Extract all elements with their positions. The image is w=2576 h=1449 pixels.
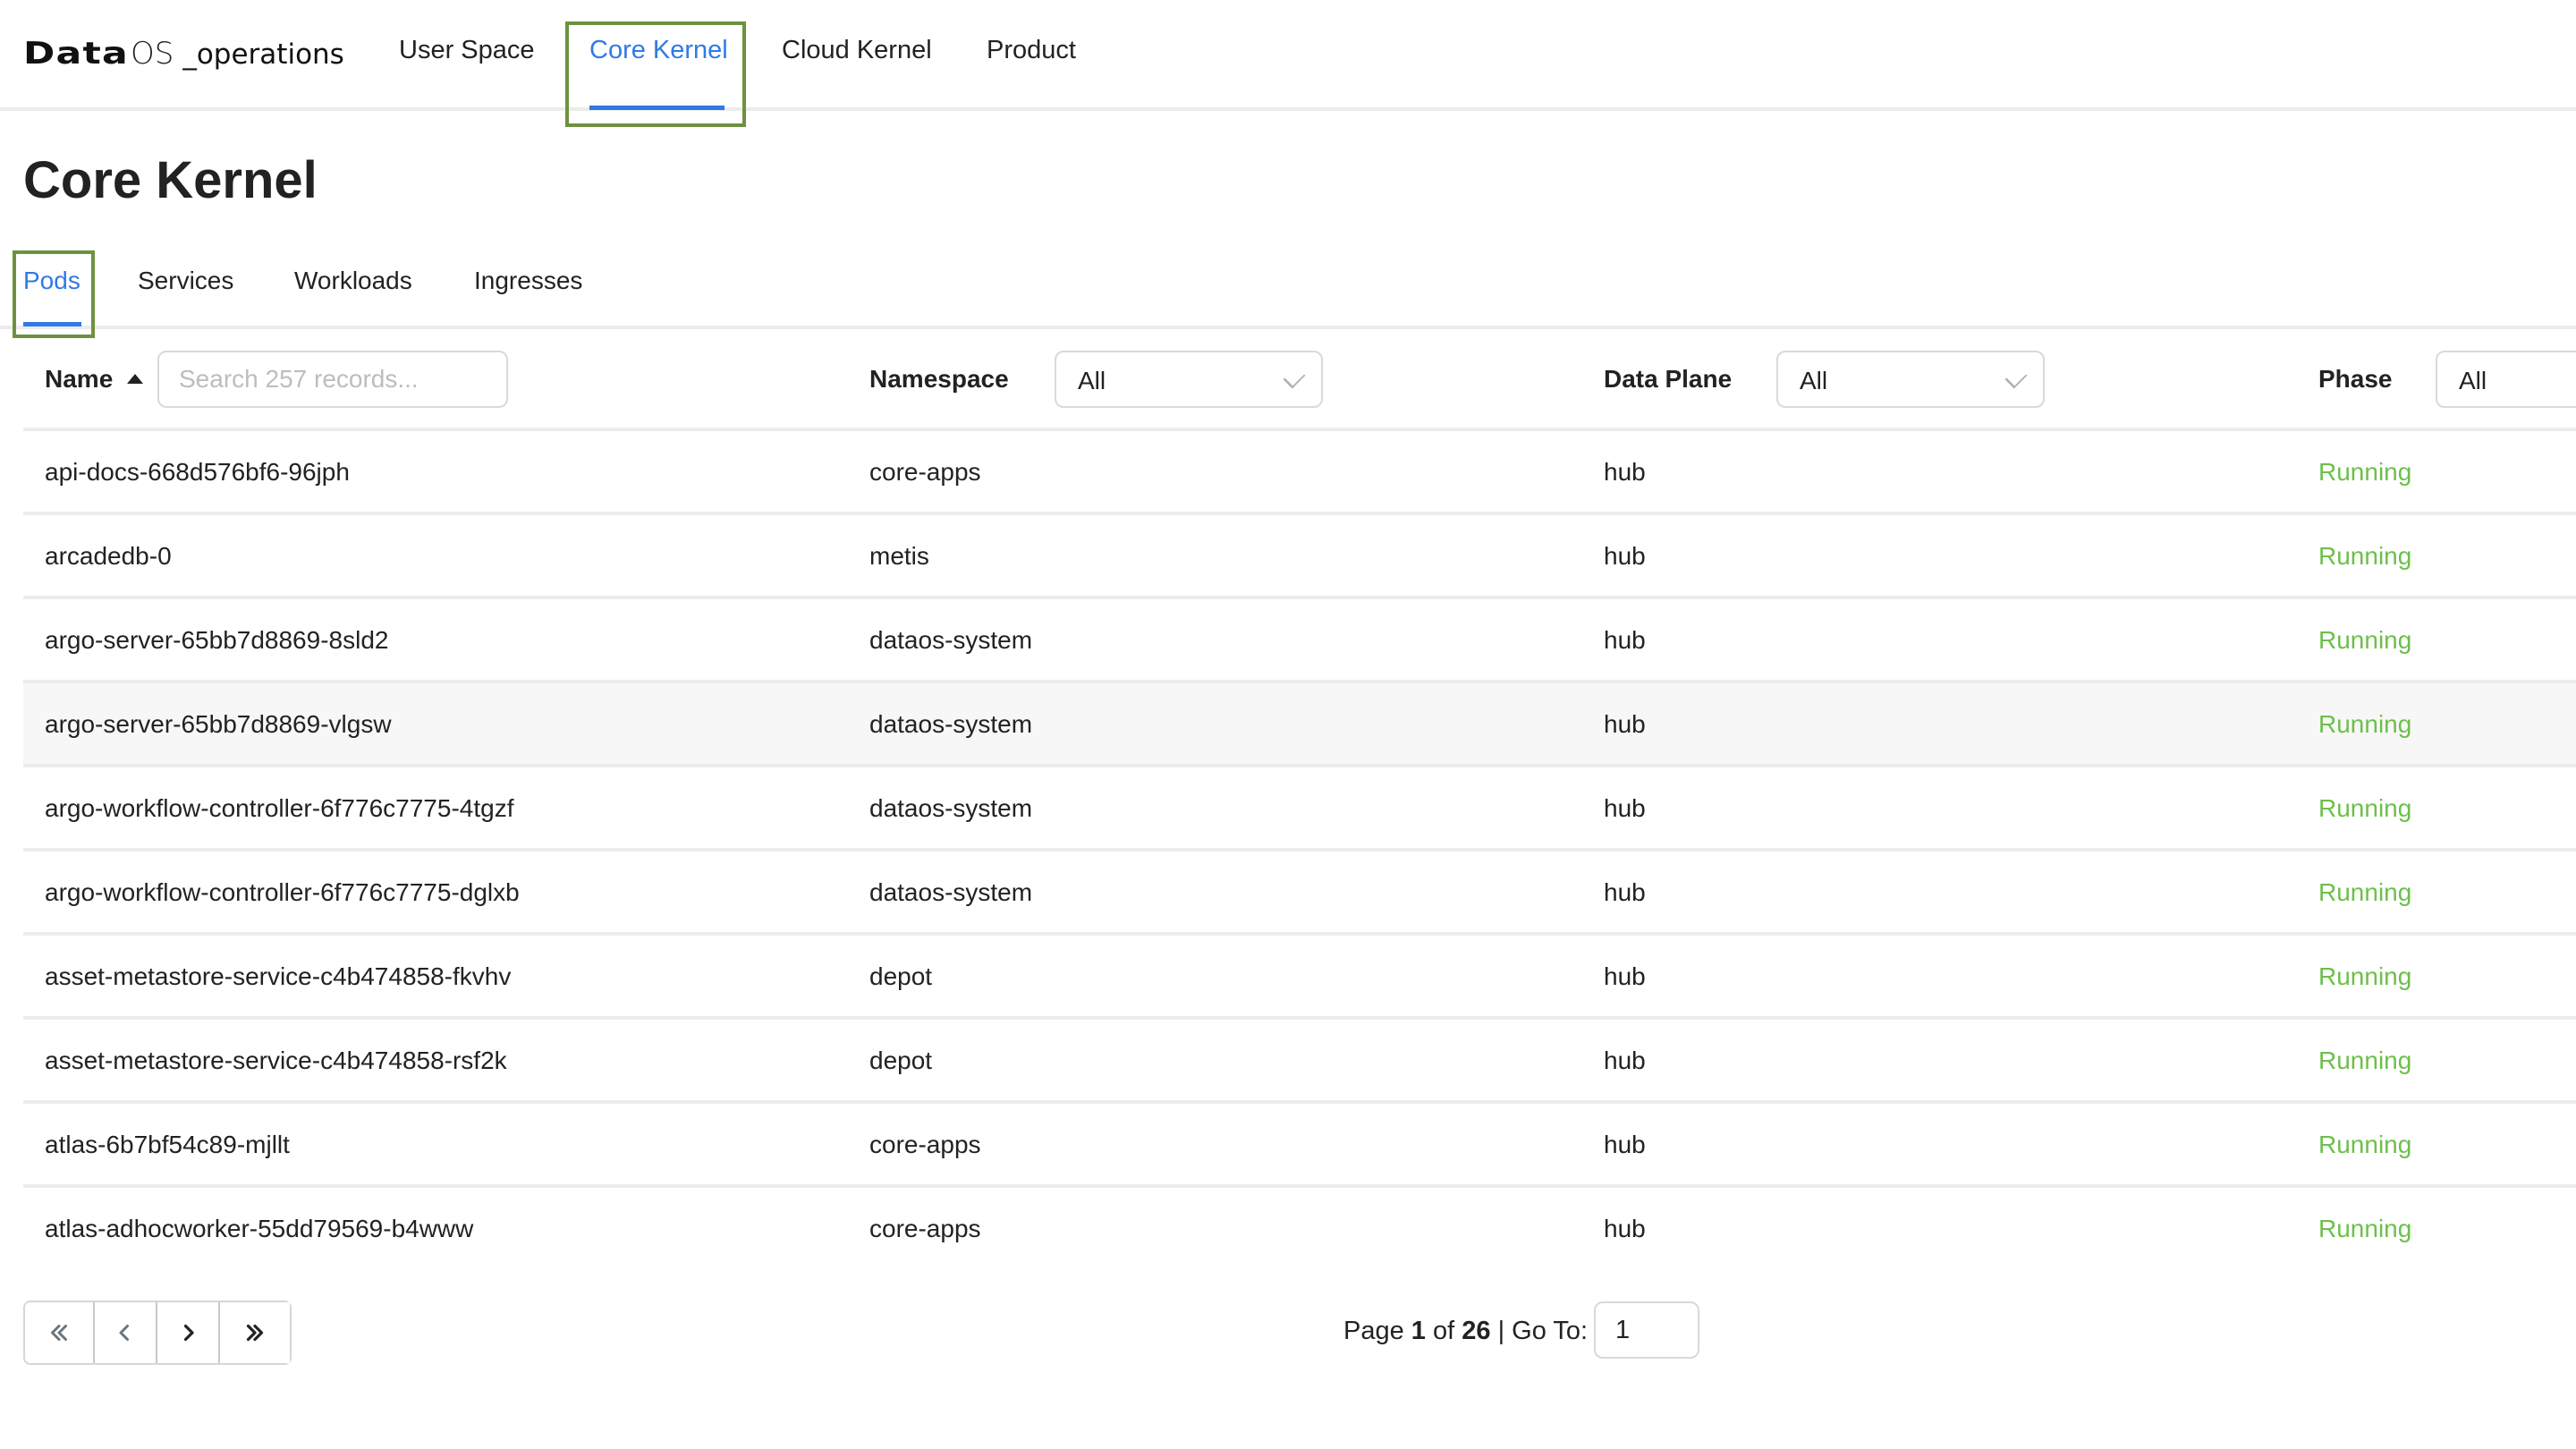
pod-namespace: depot <box>869 1046 933 1074</box>
nav-tab-product[interactable]: Product <box>987 36 1076 65</box>
phase-filter-value: All <box>2459 367 2487 394</box>
pod-name: atlas-6b7bf54c89-mjllt <box>45 1131 290 1158</box>
pod-namespace: dataos-system <box>869 626 1033 654</box>
pod-name: argo-workflow-controller-6f776c7775-dglx… <box>45 878 520 906</box>
chevron-left-icon <box>119 1325 129 1341</box>
goto-label: | Go To: <box>1497 1317 1589 1345</box>
sort-ascending-icon[interactable] <box>127 374 143 384</box>
pod-phase-status: Running <box>2318 626 2412 654</box>
table-row[interactable]: arcadedb-0 metis hub Running <box>23 515 2576 599</box>
pod-namespace: core-apps <box>869 1131 981 1158</box>
logo-app-name: _operations <box>182 38 344 71</box>
data-plane-filter-value: All <box>1800 367 1828 394</box>
chevron-down-icon <box>1283 366 1306 389</box>
pod-phase-status: Running <box>2318 1215 2412 1242</box>
pod-phase-status: Running <box>2318 710 2412 738</box>
phase-filter-select[interactable]: All <box>2436 351 2576 408</box>
pod-namespace: dataos-system <box>869 878 1033 906</box>
pod-data-plane: hub <box>1604 794 1646 822</box>
pod-phase-status: Running <box>2318 962 2412 990</box>
pod-data-plane: hub <box>1604 1046 1646 1074</box>
nav-tab-core-kernel[interactable]: Core Kernel <box>589 36 728 65</box>
pod-name: argo-server-65bb7d8869-8sld2 <box>45 626 389 654</box>
pod-data-plane: hub <box>1604 962 1646 990</box>
pagination-controls <box>23 1301 292 1365</box>
total-pages: 26 <box>1462 1317 1491 1345</box>
table-row[interactable]: argo-workflow-controller-6f776c7775-4tgz… <box>23 767 2576 852</box>
table-row-hovered[interactable]: argo-server-65bb7d8869-vlgsw dataos-syst… <box>23 683 2576 767</box>
pod-phase-status: Running <box>2318 878 2412 906</box>
pod-namespace: dataos-system <box>869 794 1033 822</box>
pod-namespace: core-apps <box>869 1215 981 1242</box>
previous-page-button[interactable] <box>95 1302 157 1363</box>
table-row[interactable]: atlas-adhocworker-55dd79569-b4www core-a… <box>23 1188 2576 1272</box>
tab-pods[interactable]: Pods <box>23 267 80 295</box>
pod-data-plane: hub <box>1604 458 1646 486</box>
pod-namespace: core-apps <box>869 458 981 486</box>
page-title: Core Kernel <box>23 151 318 209</box>
table-row[interactable]: argo-workflow-controller-6f776c7775-dglx… <box>23 852 2576 936</box>
tab-ingresses[interactable]: Ingresses <box>474 267 582 295</box>
table-row[interactable]: argo-server-65bb7d8869-8sld2 dataos-syst… <box>23 599 2576 683</box>
tab-workloads[interactable]: Workloads <box>294 267 412 295</box>
chevron-right-icon <box>183 1324 194 1342</box>
last-page-button[interactable] <box>220 1302 290 1363</box>
pod-name: asset-metastore-service-c4b474858-rsf2k <box>45 1046 507 1074</box>
pod-name: argo-workflow-controller-6f776c7775-4tgz… <box>45 794 514 822</box>
pod-data-plane: hub <box>1604 542 1646 570</box>
search-input[interactable] <box>157 351 508 408</box>
logo-brand-data: Data <box>23 36 129 72</box>
pod-phase-status: Running <box>2318 1046 2412 1074</box>
next-page-button[interactable] <box>157 1302 220 1363</box>
resource-tabs: Pods Services Workloads Ingresses <box>0 250 2576 329</box>
column-header-namespace: Namespace <box>869 365 1009 393</box>
pods-table-body: api-docs-668d576bf6-96jph core-apps hub … <box>23 431 2576 1272</box>
dataos-logo[interactable]: Data OS _operations <box>23 36 344 72</box>
pod-data-plane: hub <box>1604 626 1646 654</box>
table-row[interactable]: asset-metastore-service-c4b474858-rsf2k … <box>23 1020 2576 1104</box>
pod-name: atlas-adhocworker-55dd79569-b4www <box>45 1215 474 1242</box>
of-label: of <box>1433 1317 1455 1345</box>
data-plane-filter-select[interactable]: All <box>1776 351 2045 408</box>
pod-phase-status: Running <box>2318 458 2412 486</box>
pod-name: api-docs-668d576bf6-96jph <box>45 458 350 486</box>
tab-services[interactable]: Services <box>138 267 233 295</box>
column-header-name[interactable]: Name <box>45 365 113 394</box>
pod-name: arcadedb-0 <box>45 542 172 570</box>
double-chevron-left-icon <box>51 1325 67 1341</box>
pod-phase-status: Running <box>2318 542 2412 570</box>
pod-phase-status: Running <box>2318 794 2412 822</box>
table-row[interactable]: atlas-6b7bf54c89-mjllt core-apps hub Run… <box>23 1104 2576 1188</box>
table-header: Name Namespace All Data Plane All Phase … <box>23 329 2576 431</box>
column-header-data-plane: Data Plane <box>1604 365 1733 393</box>
namespace-filter-value: All <box>1078 367 1106 394</box>
double-chevron-right-icon <box>246 1324 264 1342</box>
pod-data-plane: hub <box>1604 878 1646 906</box>
pod-namespace: depot <box>869 962 933 990</box>
table-row[interactable]: api-docs-668d576bf6-96jph core-apps hub … <box>23 431 2576 515</box>
pod-phase-status: Running <box>2318 1131 2412 1158</box>
column-header-phase: Phase <box>2318 365 2393 393</box>
chevron-down-icon <box>2004 366 2028 389</box>
pod-name: asset-metastore-service-c4b474858-fkvhv <box>45 962 512 990</box>
top-navigation-bar: Data OS _operations User Space Core Kern… <box>0 0 2576 111</box>
nav-tab-cloud-kernel[interactable]: Cloud Kernel <box>782 36 932 65</box>
pod-data-plane: hub <box>1604 1131 1646 1158</box>
pod-namespace: dataos-system <box>869 710 1033 738</box>
page-label: Page <box>1343 1317 1404 1345</box>
first-page-button[interactable] <box>25 1302 95 1363</box>
go-to-page-input[interactable] <box>1594 1301 1699 1359</box>
active-tab-indicator <box>23 322 81 326</box>
page-indicator: Page 1 of 26 | Go To: <box>1343 1317 1588 1346</box>
pod-data-plane: hub <box>1604 710 1646 738</box>
namespace-filter-select[interactable]: All <box>1055 351 1323 408</box>
nav-tab-user-space[interactable]: User Space <box>399 36 535 65</box>
current-page: 1 <box>1411 1317 1426 1345</box>
active-nav-indicator <box>589 106 724 110</box>
pod-name: argo-server-65bb7d8869-vlgsw <box>45 710 392 738</box>
table-row[interactable]: asset-metastore-service-c4b474858-fkvhv … <box>23 936 2576 1020</box>
pod-namespace: metis <box>869 542 929 570</box>
pod-data-plane: hub <box>1604 1215 1646 1242</box>
